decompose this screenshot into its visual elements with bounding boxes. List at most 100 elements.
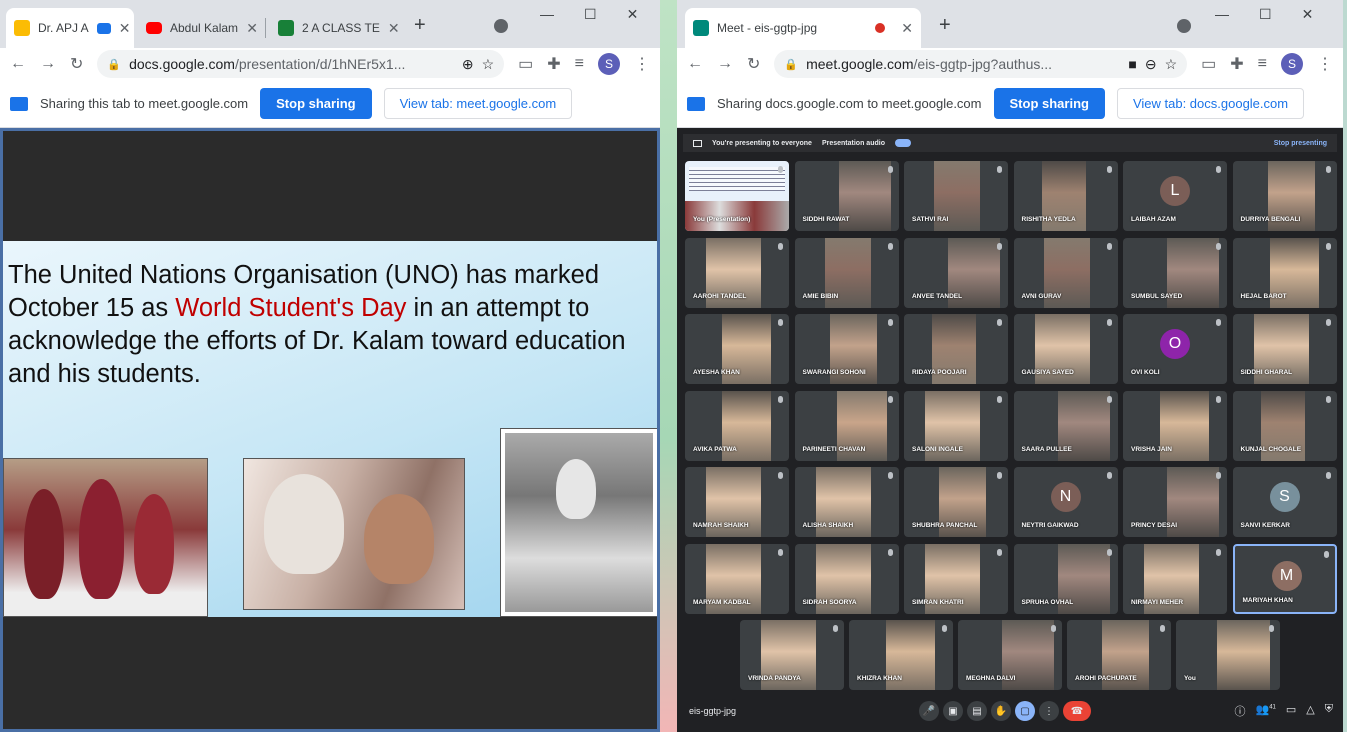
participant-tile[interactable]: RISHITHA YEDLA bbox=[1013, 161, 1118, 231]
extensions-icon[interactable]: ✚ bbox=[547, 54, 560, 74]
participant-tile[interactable]: ALISHA SHAIKH bbox=[794, 467, 899, 537]
participant-tile[interactable]: SALONI INGALE bbox=[904, 390, 1008, 461]
close-window-icon[interactable]: ✕ bbox=[1302, 6, 1314, 23]
participant-tile[interactable]: You bbox=[1176, 620, 1280, 690]
participant-tile[interactable]: GAUSIYA SAYED bbox=[1013, 314, 1118, 384]
participant-tile[interactable]: SWARANGI SOHONI bbox=[794, 314, 899, 384]
reload-icon[interactable]: ↻ bbox=[70, 54, 83, 74]
reading-list-icon[interactable]: ▭ bbox=[1201, 54, 1216, 74]
presentation-audio-toggle[interactable] bbox=[894, 139, 911, 147]
chat-icon[interactable]: ▭ bbox=[1286, 703, 1296, 719]
media-control-icon[interactable]: ≡ bbox=[575, 55, 584, 73]
stop-sharing-button[interactable]: Stop sharing bbox=[993, 88, 1105, 119]
close-icon[interactable]: ✕ bbox=[388, 20, 398, 37]
participant-tile[interactable]: ANVEE TANDEL bbox=[904, 237, 1008, 308]
participant-tile[interactable]: N NEYTRI GAIKWAD bbox=[1013, 467, 1118, 537]
zoom-icon[interactable]: ⊕ bbox=[462, 56, 474, 73]
participant-tile[interactable]: KHIZRA KHAN bbox=[849, 620, 953, 690]
address-bar[interactable]: 🔒 meet.google.com/eis-ggtp-jpg?authus...… bbox=[774, 50, 1188, 78]
participant-tile[interactable]: DURRIYA BENGALI bbox=[1232, 161, 1337, 231]
tab-classroom[interactable]: 2 A CLASS TE ✕ bbox=[270, 8, 398, 48]
tab-search-icon[interactable] bbox=[494, 19, 508, 33]
participant-tile[interactable]: SAARA PULLEE bbox=[1013, 390, 1118, 461]
stop-presenting-button[interactable]: Stop presenting bbox=[1274, 140, 1327, 147]
present-now-icon[interactable]: ▢ bbox=[1015, 701, 1035, 721]
new-tab-button[interactable]: + bbox=[939, 14, 951, 37]
end-call-icon[interactable]: ☎ bbox=[1063, 701, 1091, 721]
address-bar[interactable]: 🔒 docs.google.com/presentation/d/1hNEr5x… bbox=[97, 50, 505, 78]
profile-avatar[interactable]: S bbox=[598, 53, 620, 75]
participant-tile[interactable]: NAMRAH SHAIKH bbox=[685, 467, 789, 537]
info-icon[interactable]: ⓘ bbox=[1234, 703, 1245, 719]
raise-hand-icon[interactable]: ✋ bbox=[991, 701, 1011, 721]
participant-tile[interactable]: O OVI KOLI bbox=[1123, 314, 1227, 384]
participant-tile[interactable]: PRINCY DESAI bbox=[1123, 467, 1227, 537]
participant-tile[interactable]: M MARIYAH KHAN bbox=[1232, 543, 1337, 614]
view-tab-button[interactable]: View tab: docs.google.com bbox=[1116, 88, 1305, 119]
close-icon[interactable]: ✕ bbox=[119, 20, 131, 37]
media-control-icon[interactable]: ≡ bbox=[1258, 55, 1267, 73]
participant-tile[interactable]: SHUBHRA PANCHAL bbox=[904, 467, 1008, 537]
camera-toggle-icon[interactable]: ▣ bbox=[943, 701, 963, 721]
zoom-icon[interactable]: ⊖ bbox=[1145, 56, 1157, 73]
camera-icon[interactable]: ■ bbox=[1128, 56, 1136, 72]
participant-tile[interactable]: AVIKA PATWA bbox=[685, 390, 789, 461]
participant-tile[interactable]: L LAIBAH AZAM bbox=[1123, 161, 1227, 231]
participant-tile[interactable]: NIRMAYI MEHER bbox=[1123, 543, 1227, 614]
tab-slides[interactable]: Dr. APJ A ✕ bbox=[6, 8, 134, 48]
participant-tile[interactable]: S SANVI KERKAR bbox=[1232, 467, 1337, 537]
tab-meet[interactable]: Meet - eis-ggtp-jpg ✕ bbox=[685, 8, 921, 48]
close-icon[interactable]: ✕ bbox=[901, 20, 913, 37]
participant-tile[interactable]: MEGHNA DALVI bbox=[958, 620, 1062, 690]
minimize-icon[interactable]: — bbox=[540, 6, 554, 23]
maximize-icon[interactable]: ☐ bbox=[584, 6, 597, 23]
forward-icon[interactable]: → bbox=[717, 55, 733, 73]
reading-list-icon[interactable]: ▭ bbox=[518, 54, 533, 74]
participant-tile[interactable]: SUMBUL SAYED bbox=[1123, 237, 1227, 308]
captions-icon[interactable]: ▤ bbox=[967, 701, 987, 721]
maximize-icon[interactable]: ☐ bbox=[1259, 6, 1272, 23]
back-icon[interactable]: ← bbox=[10, 55, 26, 73]
participant-tile[interactable]: KUNJAL CHOGALE bbox=[1232, 390, 1337, 461]
participant-tile[interactable]: PARINEETI CHAVAN bbox=[794, 390, 899, 461]
view-tab-button[interactable]: View tab: meet.google.com bbox=[383, 88, 573, 119]
reload-icon[interactable]: ↻ bbox=[747, 54, 760, 74]
menu-icon[interactable]: ⋮ bbox=[1317, 54, 1333, 74]
stop-sharing-button[interactable]: Stop sharing bbox=[260, 88, 372, 119]
forward-icon[interactable]: → bbox=[40, 55, 56, 73]
participant-tile[interactable]: SIMRAN KHATRI bbox=[904, 543, 1008, 614]
participant-tile[interactable]: AYESHA KHAN bbox=[685, 314, 789, 384]
people-icon[interactable]: 👥41 bbox=[1255, 703, 1275, 719]
bookmark-star-icon[interactable]: ☆ bbox=[1165, 56, 1178, 73]
profile-avatar[interactable]: S bbox=[1281, 53, 1303, 75]
minimize-icon[interactable]: — bbox=[1215, 6, 1229, 23]
menu-icon[interactable]: ⋮ bbox=[634, 54, 650, 74]
participant-tile[interactable]: SIDDHI RAWAT bbox=[794, 161, 899, 231]
more-options-icon[interactable]: ⋮ bbox=[1039, 701, 1059, 721]
participant-tile[interactable]: You (Presentation) bbox=[685, 161, 789, 231]
bookmark-star-icon[interactable]: ☆ bbox=[482, 56, 495, 73]
participant-tile[interactable]: VRISHA JAIN bbox=[1123, 390, 1227, 461]
participant-tile[interactable]: HEJAL BAROT bbox=[1232, 237, 1337, 308]
back-icon[interactable]: ← bbox=[687, 55, 703, 73]
tab-youtube[interactable]: Abdul Kalam ✕ bbox=[138, 8, 266, 48]
extensions-icon[interactable]: ✚ bbox=[1230, 54, 1243, 74]
participant-tile[interactable]: SATHVI RAI bbox=[904, 161, 1008, 231]
participant-tile[interactable]: AMIE BIBIN bbox=[794, 237, 899, 308]
participant-tile[interactable]: MARYAM KADBAL bbox=[685, 543, 789, 614]
participant-tile[interactable]: AROHI PACHUPATE bbox=[1067, 620, 1171, 690]
participant-tile[interactable]: VRINDA PANDYA bbox=[740, 620, 844, 690]
participant-tile[interactable]: RIDAYA POOJARI bbox=[904, 314, 1008, 384]
host-controls-icon[interactable]: ⛨ bbox=[1325, 703, 1333, 719]
new-tab-button[interactable]: + bbox=[414, 14, 426, 37]
participant-tile[interactable]: SPRUHA OVHAL bbox=[1013, 543, 1118, 614]
tab-search-icon[interactable] bbox=[1177, 19, 1191, 33]
participant-tile[interactable]: AAROHI TANDEL bbox=[685, 237, 789, 308]
activities-icon[interactable]: △ bbox=[1306, 703, 1314, 719]
mic-icon[interactable]: 🎤 bbox=[919, 701, 939, 721]
participant-tile[interactable]: SIDDHI GHARAL bbox=[1232, 314, 1337, 384]
participant-tile[interactable]: SIDRAH SOORYA bbox=[794, 543, 899, 614]
close-window-icon[interactable]: ✕ bbox=[627, 6, 639, 23]
participant-tile[interactable]: AVNI GURAV bbox=[1013, 237, 1118, 308]
close-icon[interactable]: ✕ bbox=[246, 20, 258, 37]
